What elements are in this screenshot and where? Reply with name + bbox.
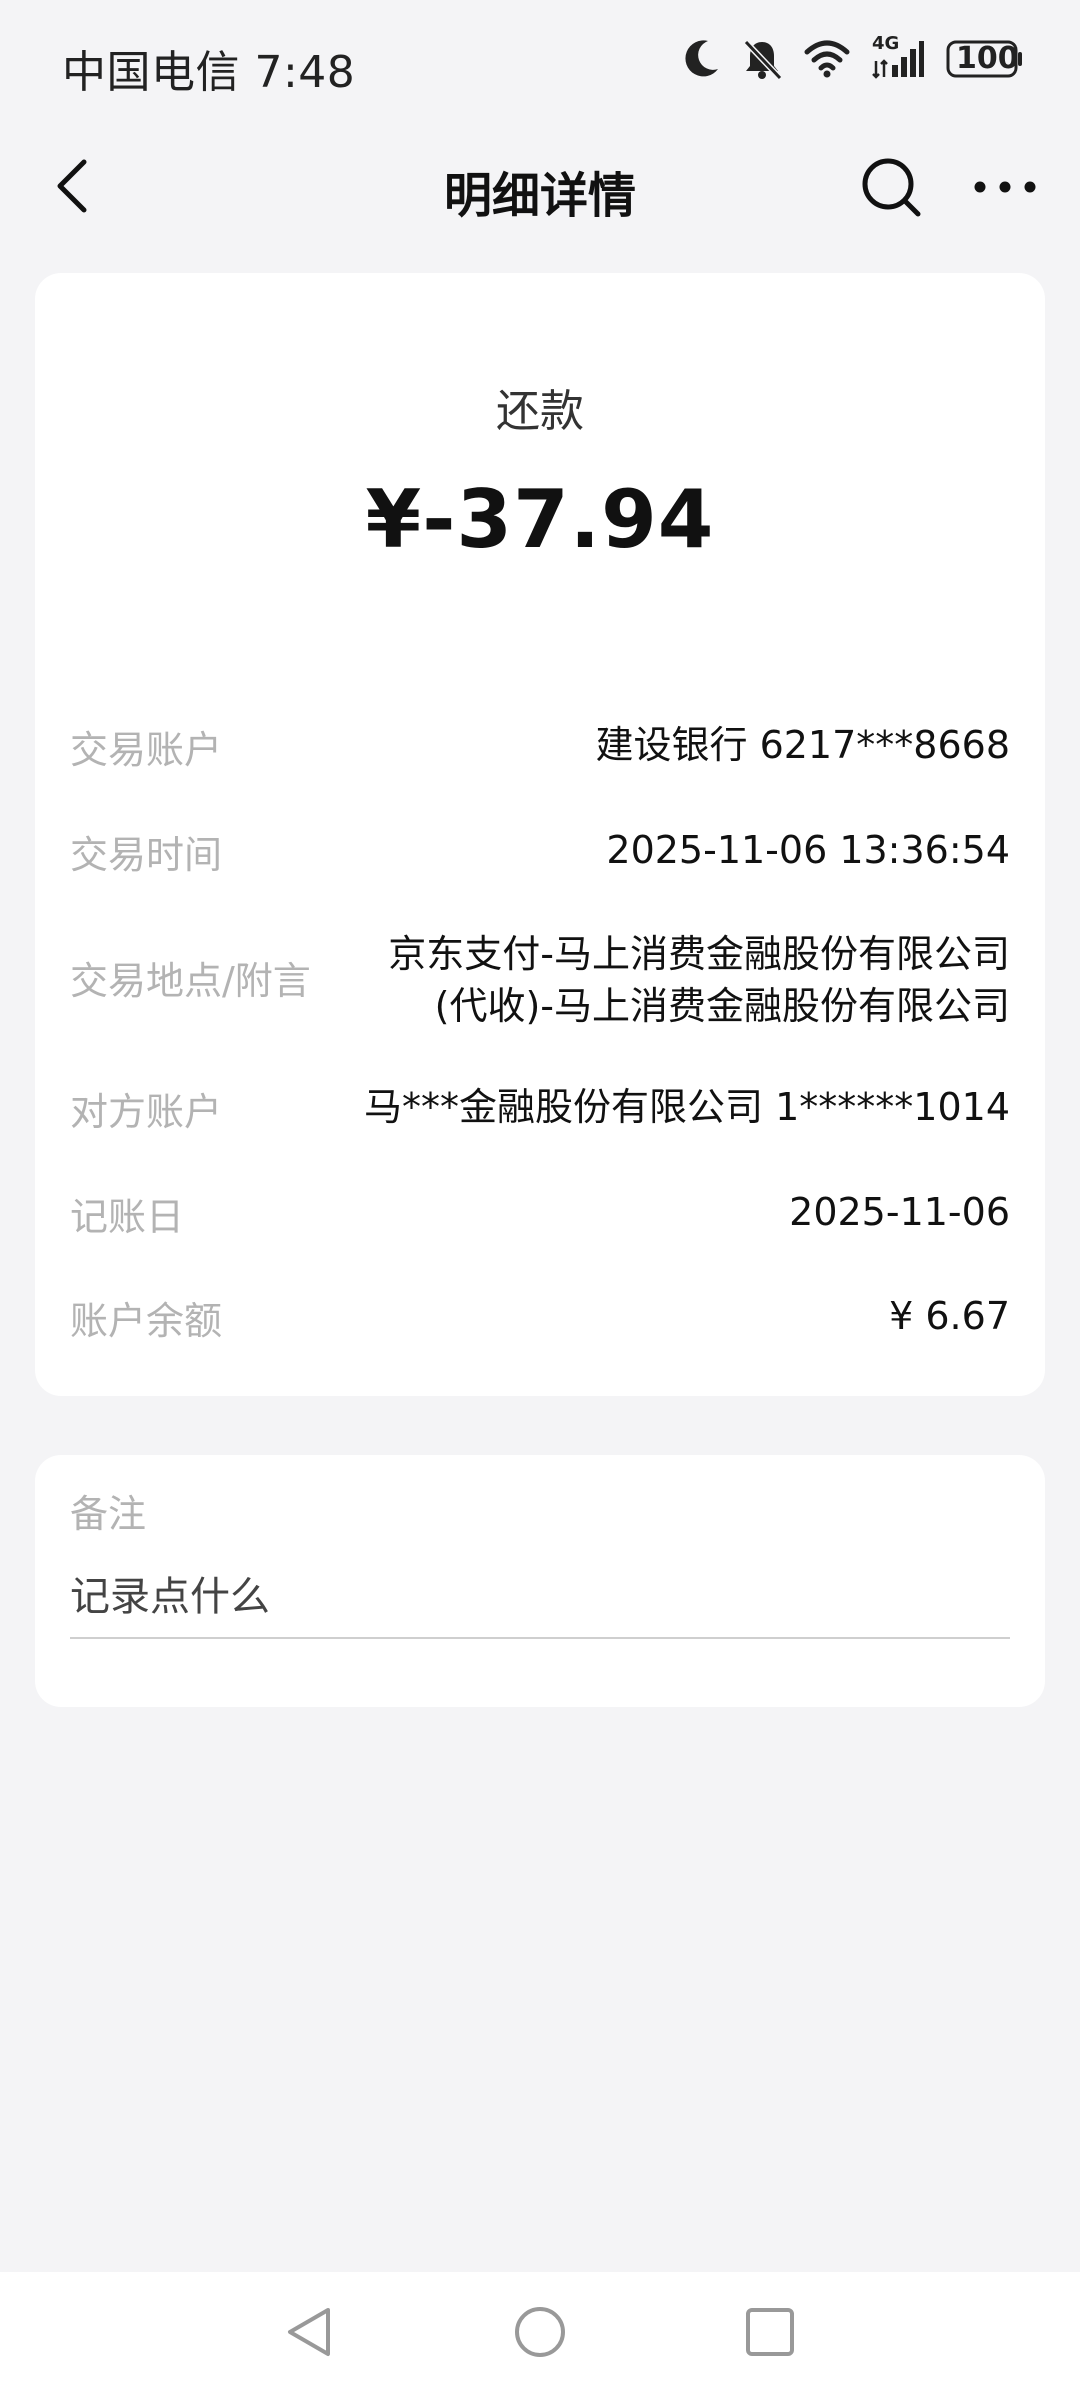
nav-recents-button[interactable]	[740, 2302, 800, 2362]
back-triangle-icon	[288, 2308, 330, 2356]
status-bar: 中国电信 7:48 4G 100	[0, 0, 1080, 130]
home-circle-icon	[515, 2307, 565, 2357]
row-label: 交易账户	[70, 728, 223, 772]
remark-card: 备注	[35, 1455, 1045, 1707]
row-value: 2025-11-06 13:36:54	[606, 828, 1010, 872]
transaction-type: 还款	[496, 386, 584, 437]
moon-icon	[684, 39, 720, 79]
row-label: 记账日	[70, 1195, 185, 1239]
battery-icon: 100	[946, 39, 1024, 79]
remark-label: 备注	[70, 1492, 147, 1536]
battery-level: 100	[956, 41, 1019, 76]
header: 明细详情	[0, 130, 1080, 240]
row-value: ¥ 6.67	[889, 1294, 1010, 1338]
search-button[interactable]	[860, 156, 922, 218]
row-label: 交易地点/附言	[70, 959, 311, 1003]
status-carrier-time: 中国电信 7:48	[62, 47, 356, 98]
more-button[interactable]	[972, 162, 1038, 212]
transaction-amount: ¥-37.94	[365, 473, 715, 566]
signal-icon: 4G	[872, 33, 924, 79]
row-label: 账户余额	[70, 1299, 223, 1343]
nav-home-button[interactable]	[510, 2302, 570, 2362]
remark-input[interactable]	[70, 1557, 1010, 1639]
nav-back-button[interactable]	[280, 2302, 340, 2362]
network-type: 4G	[872, 33, 900, 54]
recents-square-icon	[746, 2308, 794, 2356]
row-label: 对方账户	[70, 1090, 223, 1134]
search-icon	[862, 158, 921, 217]
row-value: 马***金融股份有限公司 1******1014	[364, 1085, 1010, 1129]
row-value: 建设银行 6217***8668	[595, 723, 1011, 767]
bell-off-icon	[742, 38, 782, 80]
status-icons: 4G 100	[684, 33, 1024, 80]
system-nav-bar	[0, 2272, 1080, 2388]
more-horizontal-icon	[974, 181, 1036, 193]
row-label: 交易时间	[70, 833, 223, 877]
row-value: 2025-11-06	[789, 1190, 1010, 1234]
wifi-icon	[804, 40, 850, 78]
row-value: 京东支付-马上消费金融股份有限公司(代收)-马上消费金融股份有限公司	[388, 932, 1010, 1028]
transaction-detail-card: 还款 ¥-37.94 交易账户 建设银行 6217***8668 交易时间 20…	[35, 273, 1045, 1396]
